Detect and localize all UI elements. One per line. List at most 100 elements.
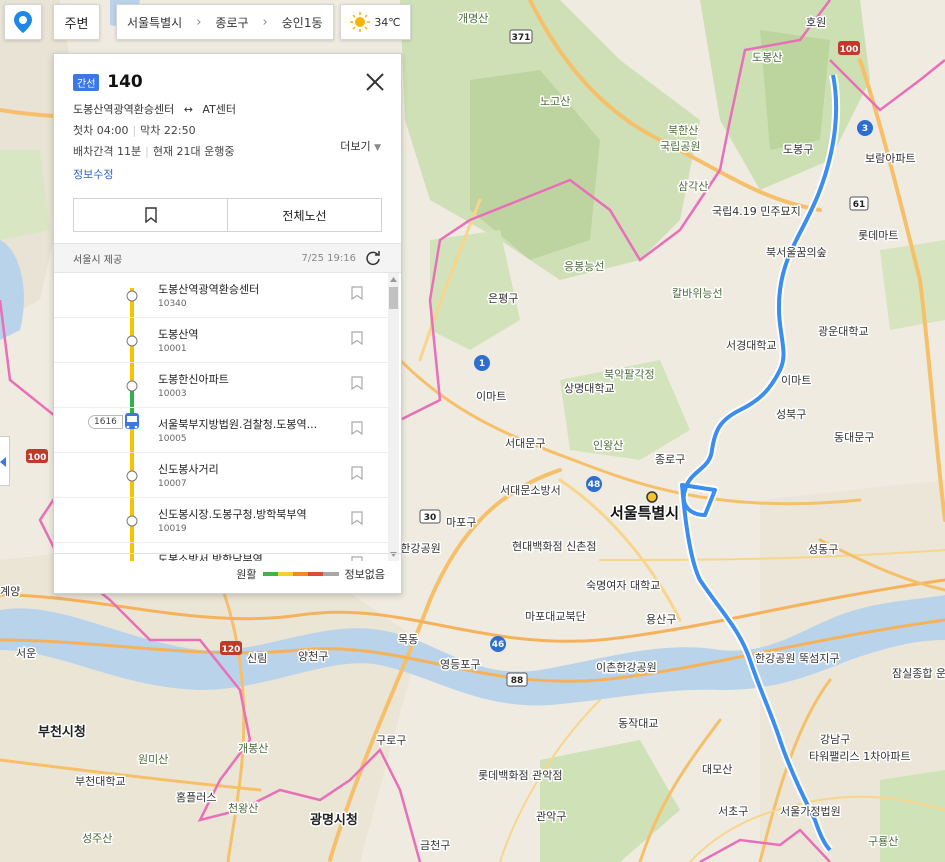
label-gureungsan[interactable]: 구룡산: [867, 834, 900, 850]
label-mapo[interactable]: 마포구: [445, 515, 478, 531]
label-seoun[interactable]: 서운: [15, 646, 38, 662]
stop-list[interactable]: 1616 도봉산역광역환승센터 10340 도봉산역 10001 도봉한신아파트…: [54, 273, 401, 561]
label-homeplus[interactable]: 홈플러스: [175, 789, 218, 806]
label-inwangsan[interactable]: 인왕산: [592, 438, 625, 454]
label-kwangwoon[interactable]: 광운대학교: [817, 324, 871, 340]
stop-item[interactable]: 도봉산역광역환승센터 10340: [54, 273, 388, 318]
label-emart1[interactable]: 이마트: [475, 389, 508, 405]
stop-code: 10005: [158, 434, 187, 444]
label-daemo[interactable]: 대모산: [701, 762, 734, 778]
bookmark-icon[interactable]: [351, 511, 363, 525]
label-seodaemun-fire[interactable]: 서대문소방서: [499, 483, 563, 499]
label-bukhansan-park[interactable]: 국립공원: [659, 139, 702, 155]
label-mokdong[interactable]: 목동: [397, 632, 420, 648]
label-bucheon-univ[interactable]: 부천대학교: [74, 773, 128, 790]
bookmark-icon[interactable]: [351, 421, 363, 435]
label-bukhansan[interactable]: 북한산: [667, 123, 700, 139]
label-seodaemun[interactable]: 서대문구: [504, 436, 547, 452]
label-bomalapt[interactable]: 보람아파트: [864, 151, 918, 167]
bookmark-icon[interactable]: [351, 286, 363, 300]
bookmark-icon: [144, 207, 157, 223]
label-jamsil[interactable]: 잠실종합 운동장: [891, 666, 945, 682]
label-dongdaemun[interactable]: 동대문구: [833, 430, 876, 446]
label-gangnam[interactable]: 강남구: [819, 732, 852, 748]
stop-code: 10003: [158, 389, 187, 399]
chevron-right-icon: ›: [196, 14, 202, 30]
bookmark-route-button[interactable]: [74, 199, 227, 231]
label-ichon[interactable]: 이촌한강공원: [595, 660, 659, 676]
label-lotte-gwanak[interactable]: 롯데백화점 관악점: [477, 768, 564, 784]
home-logo-button[interactable]: [4, 4, 42, 40]
label-gaeyangsan[interactable]: 개명산: [457, 11, 490, 27]
label-sindolim[interactable]: 신림: [246, 651, 269, 667]
label-gyeyang[interactable]: 계양: [0, 584, 22, 600]
label-seoul-court[interactable]: 서울가정법원: [779, 804, 843, 820]
full-route-button[interactable]: 전체노선: [227, 199, 381, 231]
label-bucheon[interactable]: 부천시청: [37, 723, 88, 742]
seoul-cityhall-marker[interactable]: [646, 491, 658, 503]
stop-item[interactable]: 서울북부지방법원.검찰청.도봉역... 10005: [54, 408, 388, 453]
label-sookmyung[interactable]: 숙명여자 대학교: [585, 578, 662, 594]
label-gaebong[interactable]: 개봉산: [237, 741, 270, 757]
label-jongno[interactable]: 종로구: [654, 452, 687, 468]
breadcrumb-district[interactable]: 종로구: [215, 14, 248, 31]
label-eungbong[interactable]: 응봉능선: [563, 259, 606, 275]
bookmark-icon[interactable]: [351, 466, 363, 480]
label-dobongsan[interactable]: 도봉산: [751, 50, 784, 66]
weather-widget[interactable]: 34℃: [340, 4, 411, 40]
collapse-panel-tab[interactable]: [0, 436, 10, 486]
label-hanggang[interactable]: 한강공원 뚝섬지구: [754, 651, 841, 667]
road-100-shield-west: 100: [28, 453, 47, 463]
label-419[interactable]: 국립4.19 민주묘지: [711, 204, 803, 220]
label-gwangmyeong[interactable]: 광명시청: [309, 811, 360, 830]
more-button[interactable]: 더보기 ▼: [340, 138, 381, 154]
nearby-button[interactable]: 주변: [53, 4, 100, 40]
running-count: 현재 21대 운행중: [152, 145, 235, 158]
label-gwanak[interactable]: 관악구: [535, 809, 568, 825]
label-emart2[interactable]: 이마트: [780, 373, 813, 389]
bookmark-icon[interactable]: [351, 331, 363, 345]
label-dobong[interactable]: 도봉구: [782, 142, 815, 158]
stop-list-scrollbar[interactable]: [388, 273, 399, 561]
label-kalbawi[interactable]: 칼바위능선: [671, 286, 725, 302]
label-seongjusan[interactable]: 성주산: [81, 831, 114, 847]
label-tower-palace[interactable]: 타워팰리스 1차아파트: [808, 749, 913, 765]
label-sangmyung[interactable]: 상명대학교: [563, 381, 617, 397]
stop-item[interactable]: 신도봉시장.도봉구청.방학북부역 10019: [54, 498, 388, 543]
bus-type-badge: 간선: [73, 73, 100, 91]
label-hyundai[interactable]: 현대백화점 신촌점: [511, 539, 598, 555]
label-eunpyeong[interactable]: 은평구: [487, 291, 520, 307]
label-hoewon[interactable]: 호원: [805, 15, 828, 31]
road-3-shield: 3: [862, 124, 868, 134]
label-seoul[interactable]: 서울특별시: [609, 503, 681, 524]
bookmark-icon[interactable]: [351, 376, 363, 390]
label-wonmi[interactable]: 원미산: [137, 752, 170, 768]
label-yongsan[interactable]: 용산구: [645, 612, 678, 628]
label-seocho[interactable]: 서초구: [717, 804, 750, 820]
label-dongjak-bridge[interactable]: 동작대교: [617, 716, 660, 732]
label-yeongdeungpo[interactable]: 영등포구: [439, 657, 482, 673]
label-geumcheon[interactable]: 금천구: [419, 837, 452, 854]
stop-item[interactable]: 신도봉사거리 10007: [54, 453, 388, 498]
breadcrumb-city[interactable]: 서울특별시: [127, 14, 182, 31]
label-seongdong[interactable]: 성동구: [807, 542, 840, 558]
label-yangcheon[interactable]: 양천구: [297, 648, 330, 665]
label-bugak-gate[interactable]: 북악팔각정: [603, 367, 657, 383]
stop-item[interactable]: 도봉한신아파트 10003: [54, 363, 388, 408]
road-61-shield: 61: [853, 200, 866, 210]
label-bukseoul[interactable]: 북서울꿈의숲: [765, 245, 829, 261]
refresh-icon[interactable]: [364, 249, 382, 267]
label-mapo-bridge[interactable]: 마포대교북단: [524, 609, 588, 625]
breadcrumb-neighborhood[interactable]: 숭인1동: [282, 14, 323, 31]
label-seongbuk[interactable]: 성북구: [775, 407, 808, 423]
label-cheonwangsan[interactable]: 천왕산: [227, 800, 260, 817]
close-icon[interactable]: [363, 70, 387, 94]
label-lotte-mart[interactable]: 롯데마트: [857, 228, 900, 244]
edit-info-link[interactable]: 정보수정: [73, 166, 113, 182]
label-guro[interactable]: 구로구: [375, 733, 408, 749]
label-samgaksan[interactable]: 삼각산: [677, 179, 710, 195]
label-seokgye[interactable]: 서경대학교: [725, 338, 779, 354]
road-46-shield: 46: [492, 640, 505, 650]
label-nogosan[interactable]: 노고산: [539, 94, 572, 110]
stop-item[interactable]: 도봉산역 10001: [54, 318, 388, 363]
